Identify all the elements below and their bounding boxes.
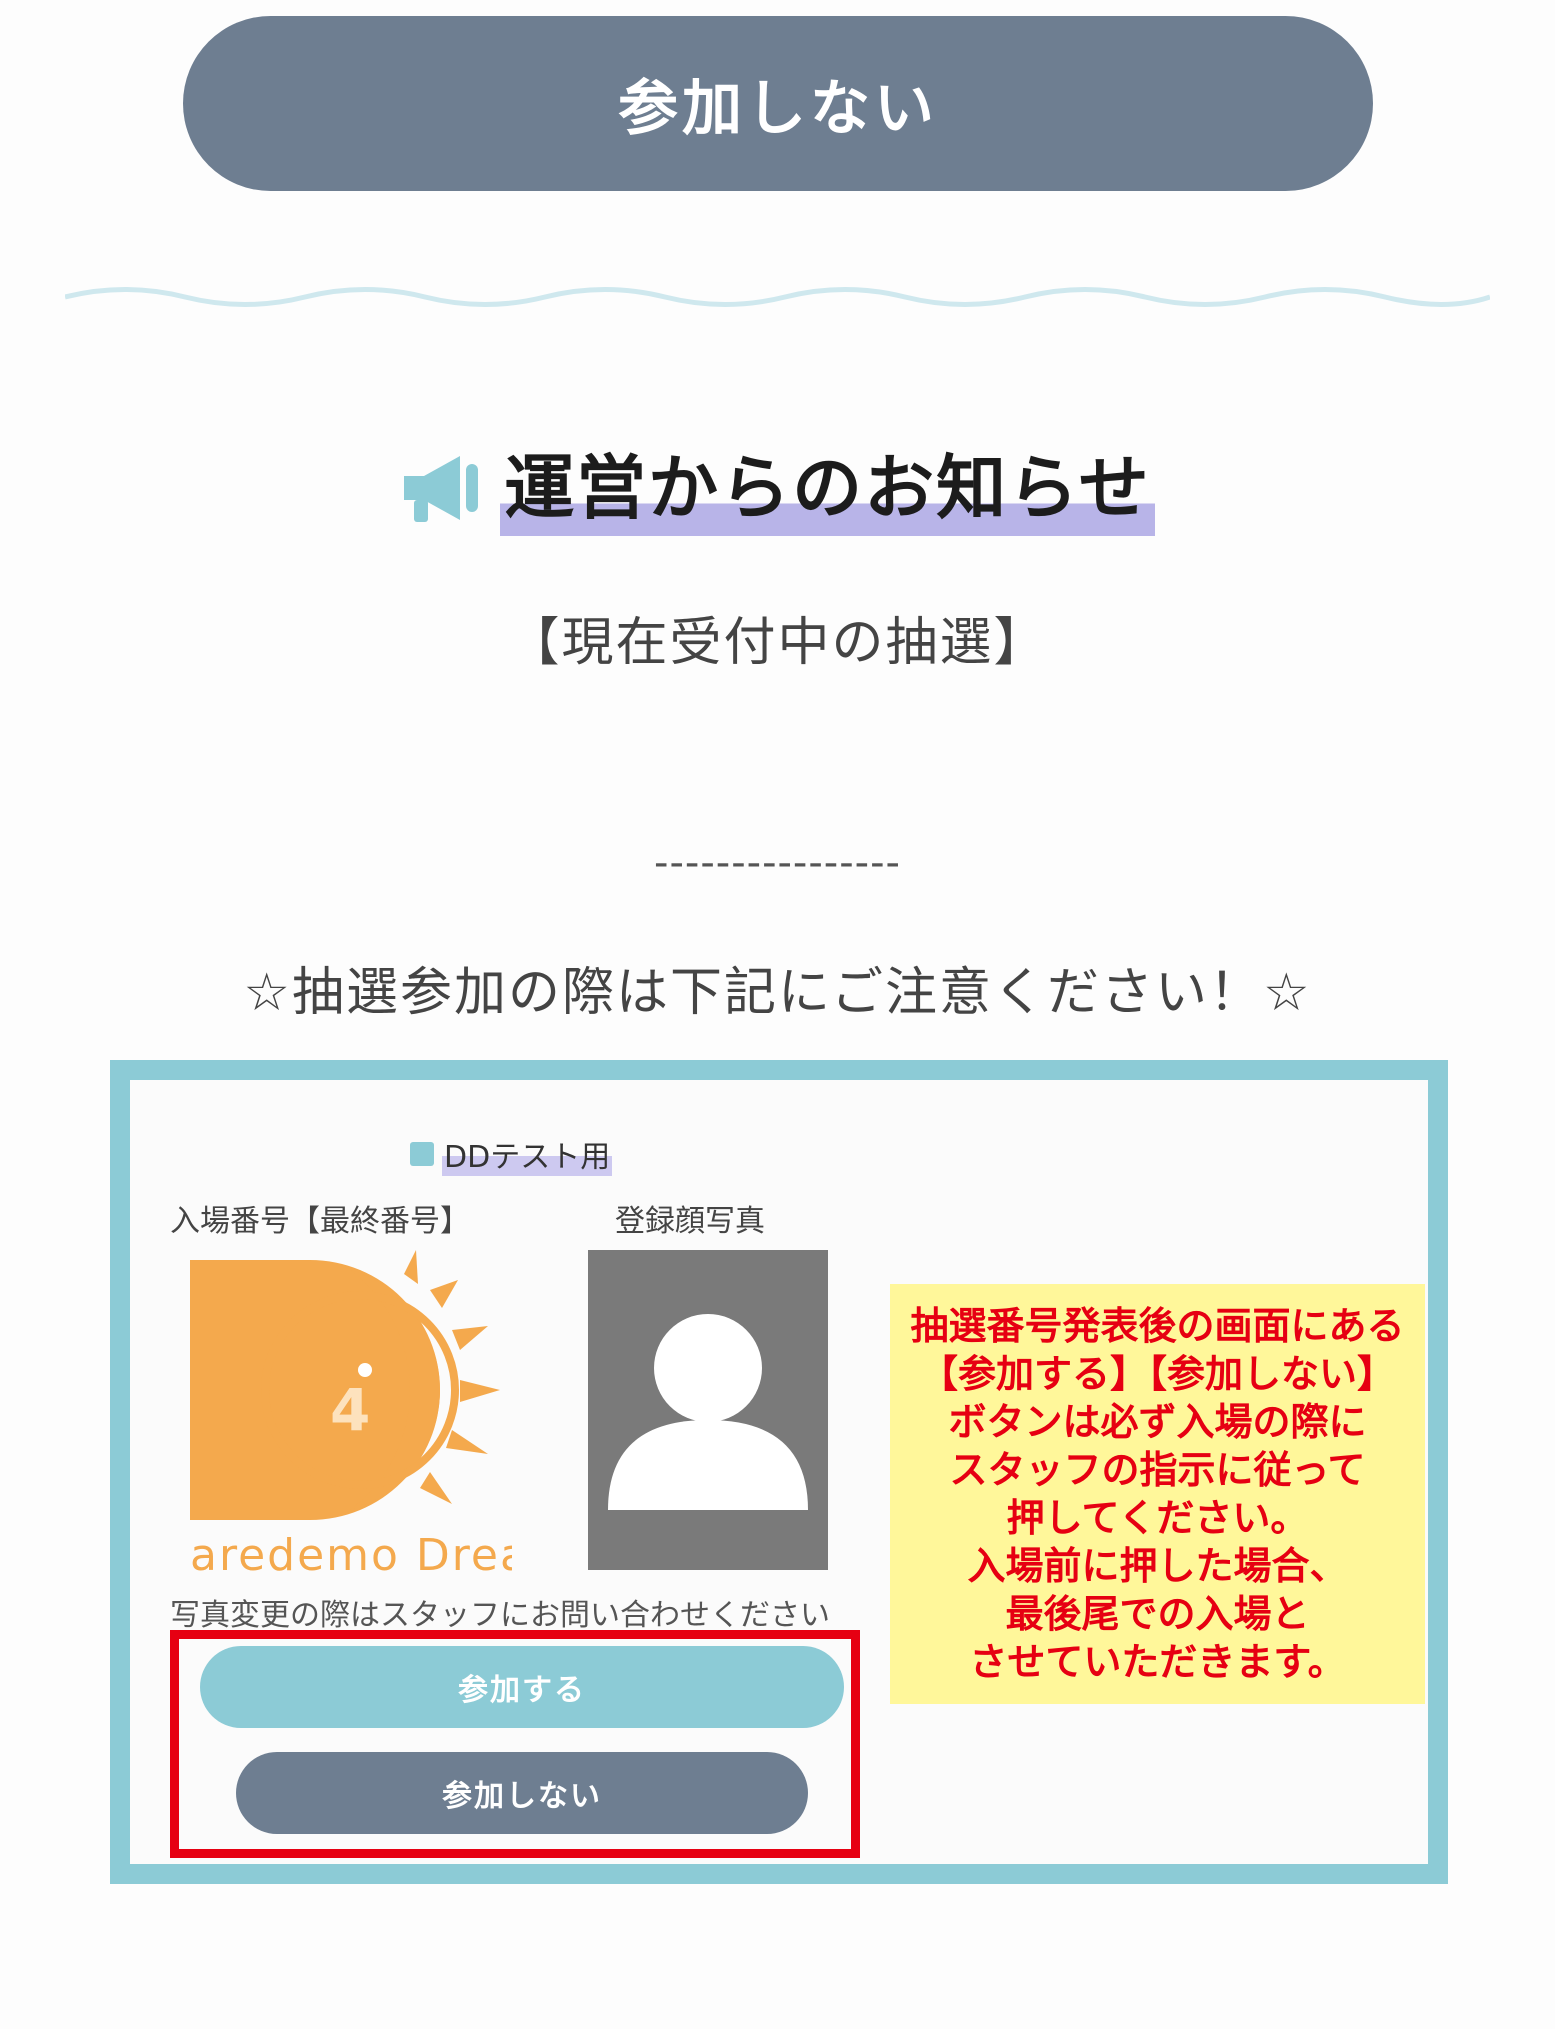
decline-button[interactable]: 参加しない: [183, 16, 1373, 191]
warning-line: 入場前に押した場合、: [967, 1544, 1348, 1588]
logo: 4 aredemo Drean: [190, 1250, 512, 1585]
profile-photo: [588, 1250, 828, 1570]
decline-button-sample[interactable]: 参加しない: [236, 1752, 808, 1834]
notice-title: 運営からのお知らせ: [500, 440, 1155, 536]
warning-line: 最後尾での入場と: [1005, 1592, 1310, 1636]
person-placeholder-icon: [608, 1314, 808, 1510]
logo-text: aredemo Drean: [190, 1530, 512, 1581]
warning-line: 押してください。: [1006, 1496, 1309, 1540]
warning-line: 【参加する】【参加しない】: [919, 1352, 1395, 1396]
photo-note: 写真変更の際はスタッフにお問い合わせください: [170, 1598, 830, 1633]
group-label-text: DDテスト用: [442, 1132, 613, 1176]
entry-number-label: 入場番号【最終番号】: [170, 1204, 470, 1239]
warning-line: ボタンは必ず入場の際に: [948, 1400, 1367, 1444]
megaphone-icon: [404, 456, 479, 522]
group-label: DDテスト用: [410, 1132, 613, 1176]
group-icon: [410, 1142, 434, 1166]
separator: ----------------: [654, 840, 901, 886]
logo-number: 4: [330, 1376, 370, 1444]
warning-line: 抽選番号発表後の画面にある: [910, 1304, 1405, 1348]
wave-divider: [65, 287, 1490, 307]
notice-subtitle: 【現在受付中の抽選】: [507, 613, 1048, 673]
photo-label: 登録顔写真: [615, 1204, 765, 1239]
notice-heading: 運営からのお知らせ: [0, 440, 1555, 536]
warning-box: 抽選番号発表後の画面にある 【参加する】【参加しない】 ボタンは必ず入場の際に …: [890, 1284, 1425, 1704]
join-button[interactable]: 参加する: [200, 1646, 844, 1728]
caution-text: ☆抽選参加の際は下記にご注意ください！☆: [243, 963, 1312, 1023]
warning-line: スタッフの指示に従って: [949, 1448, 1366, 1492]
sun-logo-icon: 4: [190, 1250, 500, 1520]
instruction-screenshot: DDテスト用 入場番号【最終番号】 登録顔写真 4 aredemo Drean: [110, 1060, 1448, 1884]
warning-line: させていただきます。: [969, 1640, 1346, 1684]
